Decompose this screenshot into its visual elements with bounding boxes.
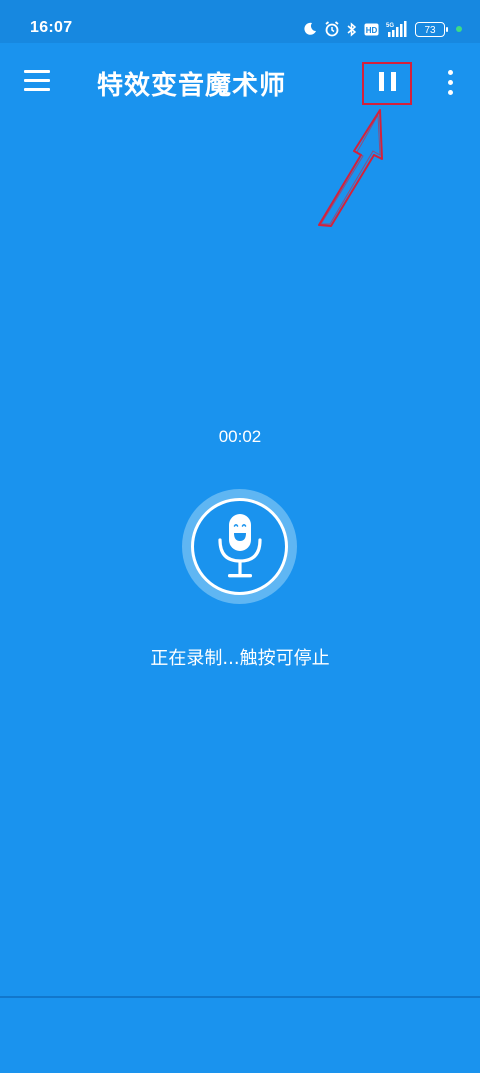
app-bar: 特效变音魔术师 <box>0 43 480 123</box>
moon-icon <box>304 22 316 35</box>
signal-5g-icon: 5G <box>386 21 407 37</box>
smiling-microphone-icon <box>218 514 262 578</box>
status-bar: 16:07 HD 5G 73 <box>0 0 480 43</box>
app-title: 特效变音魔术师 <box>97 71 287 101</box>
battery-indicator: 73 <box>415 21 448 37</box>
bluetooth-icon <box>347 21 357 37</box>
more-vertical-icon[interactable] <box>440 70 460 96</box>
status-icons: HD 5G 73 <box>303 19 462 39</box>
alarm-icon <box>325 21 339 37</box>
annotation-arrow <box>318 109 383 227</box>
pause-icon[interactable] <box>370 67 406 99</box>
recording-timer: 00:02 <box>218 427 262 446</box>
bottom-divider <box>0 996 480 998</box>
recording-hint: 正在录制...触按可停止 <box>150 648 330 669</box>
hd-icon: HD <box>364 23 379 35</box>
status-time: 16:07 <box>30 19 73 36</box>
svg-text:5G: 5G <box>386 23 394 29</box>
privacy-dot-icon <box>456 26 462 32</box>
hamburger-menu-icon[interactable] <box>24 70 52 92</box>
svg-text:HD: HD <box>366 26 378 35</box>
